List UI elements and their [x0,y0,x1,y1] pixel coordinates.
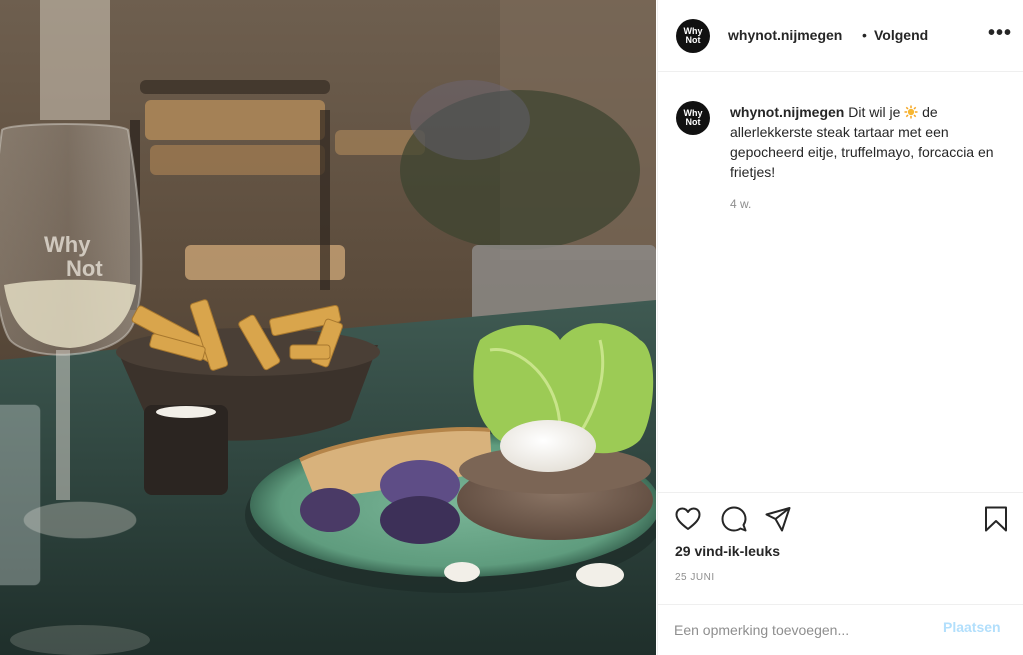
post-caption: whynot.nijmegen Dit wil je de allerlekke… [730,102,1000,182]
post-actions: 29 vind-ik-leuks 25 JUNI [658,492,1023,604]
comment-bar: Plaatsen [658,604,1023,655]
header-separator: • [862,27,867,43]
post-photo[interactable]: Why Not [0,0,656,655]
likes-count[interactable]: 29 vind-ik-leuks [675,543,780,559]
glass-logo-text-not: Not [66,256,103,281]
post-side-panel: Why Not whynot.nijmegen • Volgend ••• Wh… [657,0,1023,655]
post-comment-button[interactable]: Plaatsen [943,619,1001,635]
glass-logo-text-why: Why [44,232,91,257]
avatar-text-not: Not [685,117,701,127]
sun-emoji-icon [904,105,918,119]
comment-input[interactable] [674,619,924,641]
share-icon[interactable] [764,505,792,533]
header-username-link[interactable]: whynot.nijmegen [728,27,842,43]
more-options-button[interactable]: ••• [988,22,1012,45]
post-date[interactable]: 25 JUNI [675,572,715,583]
caption-text-start: Dit wil je [848,104,901,120]
avatar-text-not: Not [685,35,701,45]
following-button[interactable]: Volgend [874,27,928,43]
caption-avatar[interactable]: Why Not [676,101,710,135]
bookmark-icon[interactable] [982,505,1010,533]
heart-icon[interactable] [674,505,702,533]
caption-timestamp[interactable]: 4 w. [730,197,751,211]
avatar[interactable]: Why Not [676,19,710,53]
post-header: Why Not whynot.nijmegen • Volgend ••• [658,0,1023,72]
caption-username-link[interactable]: whynot.nijmegen [730,104,844,120]
steak-tartare-photo: Why Not [0,0,656,655]
comment-icon[interactable] [720,505,748,533]
